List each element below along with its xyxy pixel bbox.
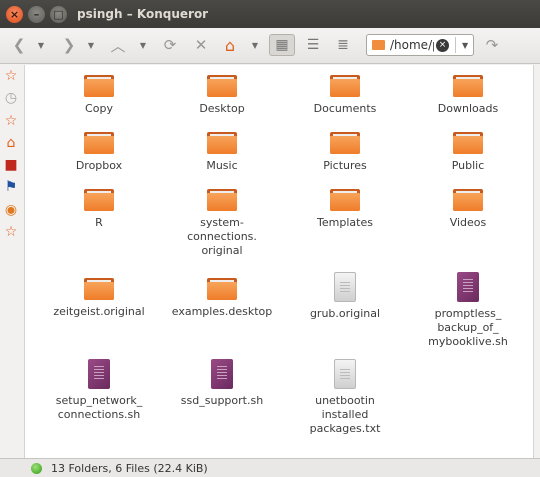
close-window-button[interactable]: × <box>6 5 23 23</box>
root-folder-icon[interactable]: ☆ <box>3 224 19 240</box>
item-label: Templates <box>317 216 373 229</box>
stop-icon[interactable]: ✕ <box>192 34 210 56</box>
reload-icon[interactable]: ⟳ <box>160 34 180 56</box>
back-arrow-icon[interactable]: ❮ <box>10 34 28 56</box>
favorites-icon[interactable]: ☆ <box>3 113 19 129</box>
folder-icon <box>207 278 237 300</box>
folder-icon <box>207 132 237 154</box>
folder-item[interactable]: system- connections. original <box>162 189 282 258</box>
folder-item[interactable]: Pictures <box>285 132 405 173</box>
folder-item[interactable]: R <box>39 189 159 230</box>
history-icon[interactable]: ◷ <box>3 90 19 106</box>
home-dropdown-icon[interactable]: ▼ <box>250 34 260 56</box>
folder-item[interactable]: Music <box>162 132 282 173</box>
folder-icon <box>84 278 114 300</box>
item-label: Dropbox <box>75 159 123 172</box>
location-separator <box>455 37 456 53</box>
folder-item[interactable]: Documents <box>285 75 405 116</box>
folder-icon <box>330 132 360 154</box>
item-label: Downloads <box>437 102 499 115</box>
home-icon[interactable]: ⌂ <box>220 34 240 56</box>
item-label: Desktop <box>199 102 245 115</box>
folder-item[interactable]: Public <box>408 132 528 173</box>
location-input[interactable]: /home/p <box>390 38 434 52</box>
icon-view-icon[interactable]: ▦ <box>269 34 295 56</box>
item-label: Videos <box>449 216 487 229</box>
file-item[interactable]: ssd_support.sh <box>162 359 282 408</box>
network-icon[interactable]: ◉ <box>3 202 19 218</box>
file-item[interactable]: unetbootin installed packages.txt <box>285 359 405 436</box>
up-history-dropdown-icon[interactable]: ▼ <box>138 34 148 56</box>
sidebar: ☆ ◷ ☆ ⌂ ■ ⚑ ◉ ☆ <box>0 65 22 458</box>
text-file-icon <box>334 272 356 302</box>
file-view: Copy Desktop Documents Downloads Dropbox Musi… <box>24 65 534 458</box>
status-indicator-icon <box>31 462 42 474</box>
item-label: zeitgeist.original <box>53 305 145 318</box>
services-icon[interactable]: ⚑ <box>3 179 19 195</box>
folder-icon <box>330 189 360 211</box>
folder-icon <box>453 189 483 211</box>
item-label: R <box>95 216 103 229</box>
item-label: examples.desktop <box>171 305 273 318</box>
item-label: unetbootin installed packages.txt <box>309 394 381 435</box>
maximize-window-button[interactable]: □ <box>50 5 67 23</box>
folder-item[interactable]: Dropbox <box>39 132 159 173</box>
forward-arrow-icon[interactable]: ❯ <box>60 34 78 56</box>
folder-item[interactable]: Videos <box>408 189 528 230</box>
toolbar: ❮ ▼ ❯ ▼ ︿ ▼ ⟳ ✕ ⌂ ▼ ▦ ☰ ≣ /home/p × ▼ ↷ <box>0 28 540 64</box>
folder-item[interactable]: examples.desktop <box>162 278 282 319</box>
go-icon[interactable]: ↷ <box>482 34 502 56</box>
item-label: ssd_support.sh <box>180 394 264 407</box>
back-history-dropdown-icon[interactable]: ▼ <box>36 34 46 56</box>
item-label: Documents <box>313 102 377 115</box>
up-arrow-icon[interactable]: ︿ <box>108 34 128 56</box>
status-bar: 13 Folders, 6 Files (22.4 KiB) <box>0 458 540 477</box>
folder-icon <box>84 75 114 97</box>
item-label: setup_network_ connections.sh <box>55 394 143 421</box>
tree-view-icon[interactable]: ≣ <box>330 34 356 56</box>
item-label: Copy <box>85 102 113 115</box>
folder-item[interactable]: zeitgeist.original <box>39 278 159 319</box>
forward-history-dropdown-icon[interactable]: ▼ <box>86 34 96 56</box>
item-label: Pictures <box>323 159 367 172</box>
folder-icon <box>84 189 114 211</box>
folder-item[interactable]: Downloads <box>408 75 528 116</box>
folder-item[interactable]: Templates <box>285 189 405 230</box>
folder-item[interactable]: Copy <box>39 75 159 116</box>
file-item[interactable]: grub.original <box>285 272 405 321</box>
item-label: Public <box>451 159 485 172</box>
window-title: psingh – Konqueror <box>77 7 209 21</box>
location-bar[interactable]: /home/p × ▼ <box>366 34 474 56</box>
title-bar: × – □ psingh – Konqueror <box>0 0 540 28</box>
clear-location-icon[interactable]: × <box>436 38 449 52</box>
folder-icon <box>453 132 483 154</box>
folder-icon <box>330 75 360 97</box>
folder-icon <box>207 189 237 211</box>
folder-item[interactable]: Desktop <box>162 75 282 116</box>
detail-view-icon[interactable]: ☰ <box>300 34 326 56</box>
minimize-window-button[interactable]: – <box>28 5 45 23</box>
bookmarks-icon[interactable]: ☆ <box>3 68 19 84</box>
home-icon[interactable]: ⌂ <box>3 135 19 151</box>
shell-script-icon <box>457 272 479 302</box>
item-label: grub.original <box>309 307 381 320</box>
shell-script-icon <box>88 359 110 389</box>
file-item[interactable]: setup_network_ connections.sh <box>39 359 159 422</box>
storage-icon[interactable]: ■ <box>3 157 19 173</box>
status-text: 13 Folders, 6 Files (22.4 KiB) <box>51 461 208 475</box>
folder-icon <box>84 132 114 154</box>
folder-icon <box>372 40 385 50</box>
text-file-icon <box>334 359 356 389</box>
folder-icon <box>453 75 483 97</box>
file-item[interactable]: promptless_ backup_of_ mybooklive.sh <box>408 272 528 349</box>
shell-script-icon <box>211 359 233 389</box>
item-label: system- connections. original <box>187 216 257 257</box>
folder-icon <box>207 75 237 97</box>
item-label: Music <box>206 159 238 172</box>
item-label: promptless_ backup_of_ mybooklive.sh <box>428 307 508 348</box>
location-history-dropdown-icon[interactable]: ▼ <box>462 41 468 50</box>
